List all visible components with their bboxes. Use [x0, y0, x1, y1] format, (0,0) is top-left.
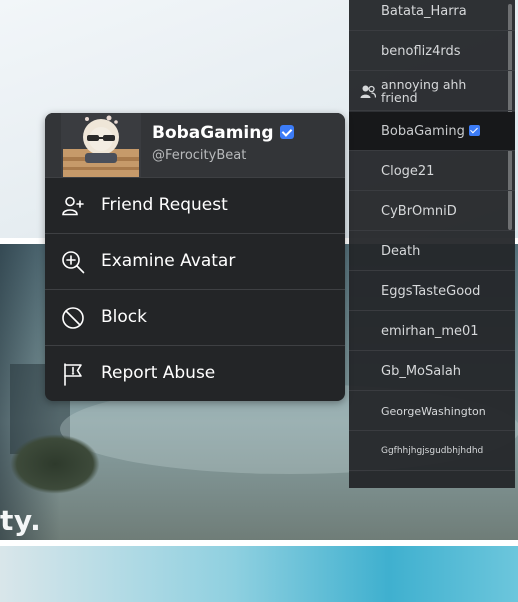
- player-name: Gb_MoSalah: [381, 363, 462, 379]
- player-row[interactable]: Gb_MoSalah: [349, 352, 515, 391]
- avatar: [61, 113, 141, 177]
- block-button[interactable]: Block: [45, 289, 345, 345]
- zoom-in-icon: [61, 250, 85, 274]
- player-context-menu: BobaGaming @FerocityBeat Friend Request …: [45, 113, 345, 401]
- player-name: EggsTasteGood: [381, 283, 481, 299]
- add-friend-icon: [61, 194, 85, 218]
- menu-label: Report Abuse: [101, 363, 216, 383]
- player-row[interactable]: EggsTasteGood: [349, 272, 515, 311]
- overlay-text-fragment: ty.: [0, 504, 42, 537]
- verified-badge-icon: [279, 125, 294, 139]
- player-row[interactable]: CyBrOmniD: [349, 192, 515, 231]
- player-name: emirhan_me01: [381, 323, 479, 339]
- player-name: CyBrOmniD: [381, 203, 457, 219]
- display-name-row: BobaGaming: [152, 123, 294, 143]
- player-name: benofliz4rds: [381, 43, 461, 59]
- scene-palm-tree: [10, 434, 100, 494]
- player-row[interactable]: benofliz4rds: [349, 32, 515, 71]
- player-row[interactable]: Batata_Harra: [349, 0, 515, 31]
- menu-label: Block: [101, 307, 147, 327]
- player-name: Death: [381, 243, 421, 259]
- player-row[interactable]: Death: [349, 232, 515, 271]
- player-name: Ggfhhjhgjsgudbhjhdhd: [381, 446, 484, 456]
- friend-request-button[interactable]: Friend Request: [45, 177, 345, 233]
- flag-icon: [61, 362, 85, 386]
- display-name: BobaGaming: [152, 123, 274, 143]
- menu-label: Examine Avatar: [101, 251, 236, 271]
- player-name-wrap: BobaGaming: [381, 124, 480, 139]
- verified-badge-icon: [468, 124, 480, 136]
- player-row[interactable]: annoying ahh friend: [349, 72, 515, 111]
- player-card-header: BobaGaming @FerocityBeat: [45, 113, 345, 177]
- player-name: annoying ahh friend: [381, 77, 467, 105]
- player-name: Cloge21: [381, 163, 435, 179]
- report-abuse-button[interactable]: Report Abuse: [45, 345, 345, 401]
- player-row[interactable]: Cloge21: [349, 152, 515, 191]
- game-viewport-water: [0, 546, 518, 602]
- username: @FerocityBeat: [152, 148, 247, 163]
- friend-icon: [360, 84, 376, 100]
- examine-avatar-button[interactable]: Examine Avatar: [45, 233, 345, 289]
- player-list[interactable]: Batata_Harra benofliz4rds annoying ahh f…: [349, 0, 515, 488]
- player-row[interactable]: GeorgeWashington: [349, 392, 515, 431]
- player-name: Batata_Harra: [381, 3, 467, 19]
- block-icon: [61, 306, 85, 330]
- player-row[interactable]: emirhan_me01: [349, 312, 515, 351]
- player-row-selected[interactable]: BobaGaming: [349, 112, 515, 151]
- menu-label: Friend Request: [101, 195, 228, 215]
- player-name: BobaGaming: [381, 123, 465, 139]
- player-row[interactable]: Ggfhhjhgjsgudbhjhdhd: [349, 432, 515, 471]
- player-name: GeorgeWashington: [381, 404, 486, 418]
